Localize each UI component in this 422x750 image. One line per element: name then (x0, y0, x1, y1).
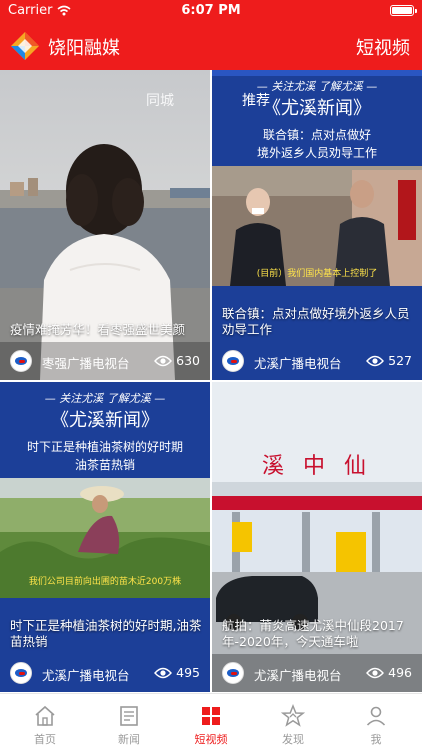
tab-label: 发现 (282, 733, 304, 746)
tab-label: 短视频 (194, 733, 228, 746)
app-header: Carrier 6:07 PM 饶阳融媒 短视频 (0, 0, 422, 70)
short-video-icon (202, 707, 220, 725)
video-card[interactable]: 推荐 — 关注尤溪 了解尤溪 — 《尤溪新闻》 联合镇：点对点做好 境外返乡人员… (212, 70, 422, 380)
view-count-value: 630 (176, 353, 200, 368)
local-tag: 同城 (146, 93, 174, 109)
tab-label: 新闻 (118, 733, 140, 746)
tab-profile[interactable]: 我 (334, 694, 418, 750)
video-card[interactable]: — 关注尤溪 了解尤溪 — 《尤溪新闻》 时下正是种植油茶树的好时期 油茶苗热销… (0, 382, 210, 692)
tab-label: 我 (370, 733, 382, 746)
battery-icon (390, 5, 417, 16)
status-time: 6:07 PM (181, 3, 241, 18)
news-program-title: 《尤溪新闻》 (263, 98, 371, 119)
source-name: 尤溪广播电视台 (254, 668, 342, 683)
news-program-title: 《尤溪新闻》 (51, 410, 159, 431)
video-card[interactable]: 同城 疫情难掩芳华！看枣强盛世美颜 枣强广播电视台 630 (0, 70, 210, 380)
tab-discover[interactable]: 发现 (251, 694, 335, 750)
news-headline-line1: 时下正是种植油茶树的好时期 (26, 440, 183, 454)
video-meta: 尤溪广播电视台 496 (212, 654, 422, 692)
nav-bar: 饶阳融媒 短视频 (0, 22, 422, 70)
news-headline-line1: 联合镇：点对点做好 (262, 128, 371, 142)
news-slogan: — 关注尤溪 了解尤溪 — (256, 80, 378, 93)
app-title: 饶阳融媒 (48, 38, 120, 59)
eye-icon (154, 355, 173, 366)
view-count-value: 496 (388, 665, 412, 680)
video-card[interactable]: 溪 中 仙 航拍：莆炎高速尤溪中仙段2017年-2020年，今天通车啦 尤溪广播… (212, 382, 422, 692)
view-count: 527 (366, 353, 412, 368)
home-icon (35, 705, 55, 726)
short-video-grid: 同城 疫情难掩芳华！看枣强盛世美颜 枣强广播电视台 630 推荐 — 关注尤溪 … (0, 70, 422, 693)
profile-icon (366, 706, 386, 726)
bottom-tab-bar: 首页 新闻 短视频 发现 我 (0, 693, 422, 750)
tab-home[interactable]: 首页 (3, 694, 87, 750)
video-title: 时下正是种植油茶树的好时期,油茶苗热销 (10, 618, 202, 649)
short-video-header-link[interactable]: 短视频 (356, 34, 410, 60)
discover-icon (281, 704, 305, 727)
app-logo-icon (11, 32, 39, 60)
source-avatar-icon (10, 350, 32, 372)
news-slogan: — 关注尤溪 了解尤溪 — (44, 392, 166, 405)
tab-short-video[interactable]: 短视频 (169, 694, 253, 750)
eye-icon (154, 667, 173, 678)
video-caption: (目前）我们国内基本上控制了 (256, 269, 378, 279)
view-count-value: 495 (176, 665, 200, 680)
video-title: 联合镇：点对点做好境外返乡人员劝导工作 (222, 306, 410, 337)
source-avatar-icon (222, 662, 244, 684)
source-name: 尤溪广播电视台 (254, 356, 342, 371)
video-title: 航拍：莆炎高速尤溪中仙段2017年-2020年，今天通车啦 (222, 618, 404, 649)
news-headline-line2: 境外返乡人员劝导工作 (256, 146, 377, 160)
video-meta: 枣强广播电视台 630 (0, 342, 210, 380)
view-count: 495 (154, 665, 200, 680)
eye-icon (366, 355, 385, 366)
video-caption: 我们公司目前向出圃的苗木近200万株 (28, 577, 182, 587)
video-meta: 尤溪广播电视台 495 (0, 654, 210, 692)
app-screen: Carrier 6:07 PM 饶阳融媒 短视频 同城 疫情难掩芳华！看枣强盛世… (0, 0, 422, 750)
view-count: 496 (366, 665, 412, 680)
source-name: 尤溪广播电视台 (42, 668, 130, 683)
tab-label: 首页 (34, 733, 56, 746)
video-meta: 尤溪广播电视台 527 (212, 342, 422, 380)
status-bar: Carrier 6:07 PM (0, 0, 422, 22)
view-count-value: 527 (388, 353, 412, 368)
news-icon (120, 706, 138, 726)
video-title: 疫情难掩芳华！看枣强盛世美颜 (10, 322, 186, 337)
source-avatar-icon (222, 350, 244, 372)
toll-sign-text: 溪 中 仙 (262, 454, 372, 479)
eye-icon (366, 667, 385, 678)
source-avatar-icon (10, 662, 32, 684)
source-name: 枣强广播电视台 (42, 356, 130, 371)
view-count: 630 (154, 353, 200, 368)
news-headline-line2: 油茶苗热销 (74, 458, 135, 472)
tab-news[interactable]: 新闻 (87, 694, 171, 750)
